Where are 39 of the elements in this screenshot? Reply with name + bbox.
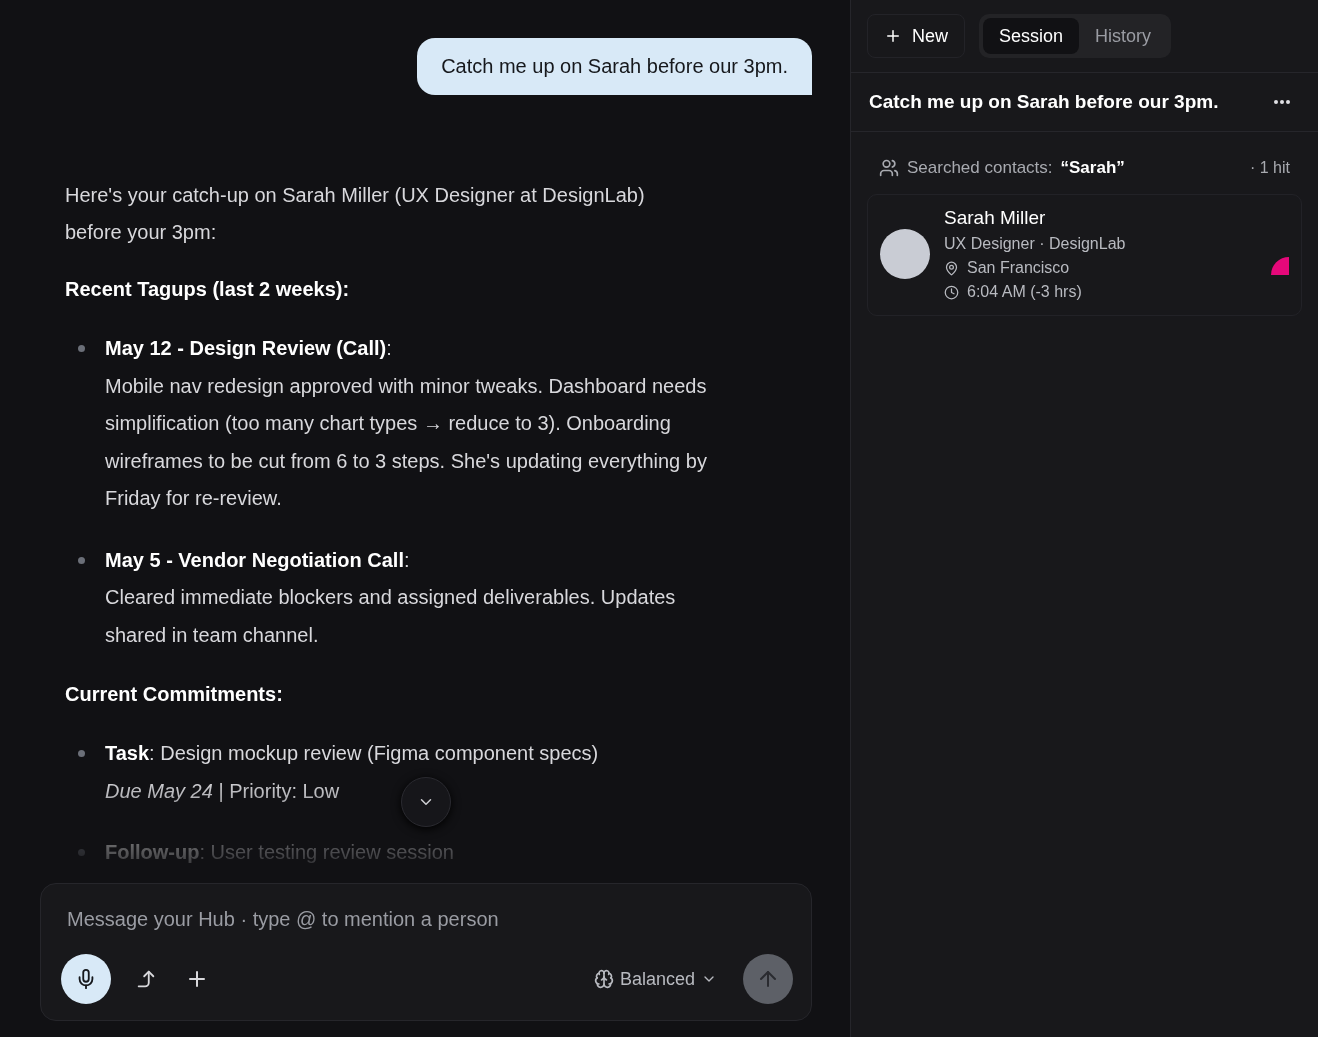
contacts-icon [879,158,899,178]
bullet-icon [78,849,85,856]
bullet-icon [78,345,85,352]
search-query: “Sarah” [1060,158,1125,178]
item-heading: May 5 - Vendor Negotiation Call: [105,547,410,573]
item-body: Mobile nav redesign approved with minor tweaks. Dashboard needs simplification (too many chart types → reduce to 3). Onboarding wireframes to be cut from 6 to 3 steps. She's updating everything by Friday for re-review. [105,373,708,511]
bullet-icon [78,556,85,564]
new-button[interactable]: New [867,14,965,58]
item-heading: Task: Design mockup review (Figma component specs) [105,741,599,766]
contact-time: 6:04 AM (-3 hrs) [967,283,1082,301]
share-arrow-icon [135,968,157,990]
section-heading: Recent Tagups (last 2 weeks): [65,277,351,302]
item-body: Due May 24 | Priority: Low [105,778,340,804]
search-label: Searched contacts: [907,158,1053,178]
tab[interactable]: History [1079,18,1168,54]
mode-dropdown[interactable]: Balanced [587,967,723,991]
message-input[interactable]: Message your Hub · type @ to mention a person [61,908,793,931]
location-icon [944,260,959,276]
item-heading: Follow-up: User testing review session [105,840,454,865]
send-button[interactable] [743,954,793,1004]
hit-count: · 1 hit [1250,159,1290,177]
tab[interactable]: Session [983,18,1080,54]
more-icon [1274,100,1290,104]
avatar [880,229,930,279]
session-title: Catch me up on Sarah before our 3pm. [869,91,1219,113]
brain-icon [593,969,614,989]
item-heading: May 12 - Design Review (Call): [105,336,392,361]
section-heading: Current Commitments: [65,682,284,707]
contact-card[interactable]: Sarah Miller UX Designer · DesignLab San Francisco 6:04 AM (-3 hrs) [867,194,1302,316]
clock-icon [944,284,959,300]
reply-paragraph: Here's your catch-up on Sarah Miller (UX Designer at DesignLab) before your 3pm: [65,183,646,245]
user-message: Catch me up on Sarah before our 3pm. [417,38,812,95]
bullet-icon [78,750,85,757]
contact-name: Sarah Miller [944,207,1047,229]
contact-role: UX Designer · DesignLab [944,235,1126,253]
plus-icon [884,27,902,45]
contact-location: San Francisco [967,259,1070,277]
item-body: Cleared immediate blockers and assigned deliverables. Updates shared in team channel. [105,585,677,648]
microphone-button[interactable] [61,954,111,1004]
